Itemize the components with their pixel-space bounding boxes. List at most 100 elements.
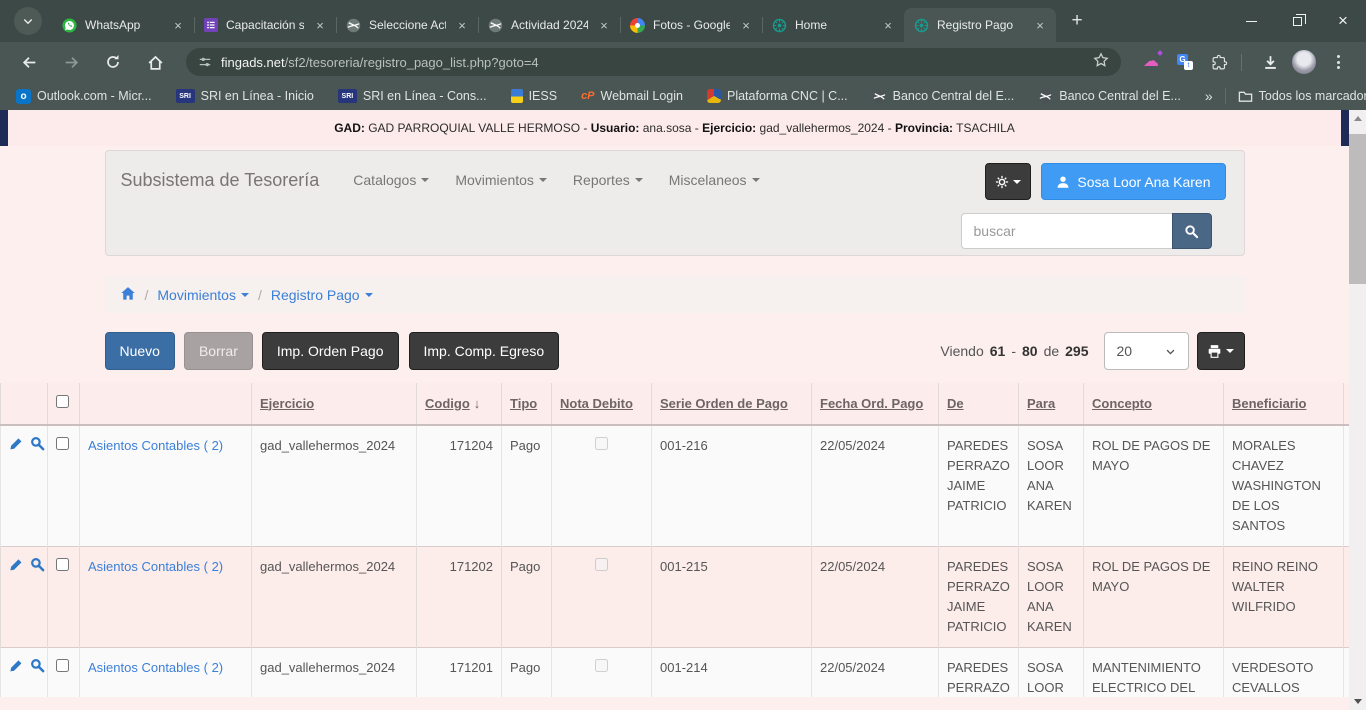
print-button[interactable] — [1197, 332, 1245, 370]
tab-close-icon[interactable] — [170, 17, 186, 33]
forward-button[interactable] — [56, 47, 86, 77]
tab-strip: WhatsApp Capacitación so Seleccione Acti… — [0, 0, 1366, 42]
reload-button[interactable] — [98, 47, 128, 77]
search-button[interactable] — [1172, 213, 1212, 249]
tab-close-icon[interactable] — [454, 17, 470, 33]
browser-menu-button[interactable] — [1324, 48, 1352, 76]
home-button[interactable] — [140, 47, 170, 77]
view-icon[interactable] — [30, 436, 45, 457]
tab-close-icon[interactable] — [880, 17, 896, 33]
tab-home[interactable]: Home — [762, 8, 904, 42]
header-serie-orden[interactable]: Serie Orden de Pago — [652, 383, 812, 425]
chevron-down-icon — [635, 178, 643, 182]
page-size-select[interactable]: 20 — [1104, 332, 1189, 370]
header-para[interactable]: Para — [1019, 383, 1084, 425]
globe-icon — [872, 89, 887, 104]
close-button[interactable] — [1320, 0, 1366, 42]
borrar-button[interactable]: Borrar — [184, 332, 253, 370]
downloads-button[interactable] — [1256, 48, 1284, 76]
cloud-extension-button[interactable] — [1137, 48, 1165, 76]
table-row: Asientos Contables ( 2) gad_vallehermos_… — [1, 648, 1350, 698]
header-concepto[interactable]: Concepto — [1084, 383, 1224, 425]
header-tipo[interactable]: Tipo — [502, 383, 552, 425]
cell-actions — [1, 547, 48, 648]
tab-close-icon[interactable] — [738, 17, 754, 33]
ejercicio-label: Ejercicio: — [702, 121, 756, 135]
bookmark-cnc[interactable]: Plataforma CNC | C... — [707, 89, 848, 103]
tab-capacitacion[interactable]: Capacitación so — [194, 8, 336, 42]
bookmark-iess[interactable]: IESS — [511, 89, 558, 103]
header-select-all — [48, 383, 80, 425]
bookmark-sri-consultas[interactable]: SRISRI en Línea - Cons... — [338, 89, 487, 103]
tab-close-icon[interactable] — [1032, 17, 1048, 33]
tab-seleccione[interactable]: Seleccione Activ — [336, 8, 478, 42]
tab-search-button[interactable] — [14, 7, 42, 35]
breadcrumb-registro-pago-link[interactable]: Registro Pago — [271, 287, 373, 303]
asientos-contables-link[interactable]: Asientos Contables ( 2) — [88, 559, 223, 574]
edit-icon[interactable] — [9, 659, 23, 679]
bookmark-sri-inicio[interactable]: SRISRI en Línea - Inicio — [176, 89, 314, 103]
chevron-down-icon — [752, 178, 760, 182]
cell-serie: 001-216 — [652, 425, 812, 547]
tab-whatsapp[interactable]: WhatsApp — [52, 8, 194, 42]
asientos-contables-link[interactable]: Asientos Contables ( 2) — [88, 660, 223, 675]
table-header-row: Ejercicio Codigo Tipo Nota Debito Serie … — [1, 383, 1350, 425]
bookmark-outlook[interactable]: oOutlook.com - Micr... — [16, 89, 152, 104]
imp-orden-pago-button[interactable]: Imp. Orden Pago — [262, 332, 399, 370]
tab-actividad[interactable]: Actividad 2024-0 — [478, 8, 620, 42]
header-ejercicio[interactable]: Ejercicio — [252, 383, 417, 425]
vertical-scrollbar-thumb[interactable] — [1349, 134, 1366, 284]
select-all-checkbox[interactable] — [56, 395, 69, 408]
menu-movimientos[interactable]: Movimientos — [455, 172, 547, 188]
address-bar[interactable]: fingads.net/sf2/tesoreria/registro_pago_… — [186, 48, 1121, 76]
profile-button[interactable] — [1290, 48, 1318, 76]
user-button[interactable]: Sosa Loor Ana Karen — [1041, 163, 1225, 200]
gad-header-text: GAD: GAD PARROQUIAL VALLE HERMOSO - Usua… — [8, 110, 1341, 146]
view-icon[interactable] — [30, 557, 45, 578]
row-checkbox[interactable] — [56, 659, 69, 672]
new-tab-button[interactable]: + — [1064, 10, 1090, 32]
app-navbar: Subsistema de Tesorería Catalogos Movimi… — [105, 150, 1245, 256]
breadcrumb-home-link[interactable] — [120, 286, 136, 304]
header-beneficiario[interactable]: Beneficiario — [1224, 383, 1344, 425]
tab-fotos[interactable]: Fotos - Google F — [620, 8, 762, 42]
header-fecha-ord[interactable]: Fecha Ord. Pago — [812, 383, 939, 425]
breadcrumb-movimientos-link[interactable]: Movimientos — [157, 287, 249, 303]
cell-para: SOSA LOOR ANA KAREN — [1019, 648, 1084, 698]
tab-registro-pago-active[interactable]: Registro Pago — [904, 8, 1056, 42]
back-button[interactable] — [14, 47, 44, 77]
row-checkbox[interactable] — [56, 558, 69, 571]
view-icon[interactable] — [30, 658, 45, 679]
bookmark-banco-central-2[interactable]: Banco Central del E... — [1038, 89, 1181, 104]
bookmark-banco-central-1[interactable]: Banco Central del E... — [872, 89, 1015, 104]
restore-button[interactable] — [1274, 0, 1320, 42]
edit-icon[interactable] — [9, 437, 23, 457]
tab-close-icon[interactable] — [312, 17, 328, 33]
menu-miscelaneos[interactable]: Miscelaneos — [669, 172, 760, 188]
minimize-icon — [1246, 21, 1257, 22]
edit-icon[interactable] — [9, 558, 23, 578]
cell-nota-debito — [552, 425, 652, 547]
extensions-button[interactable] — [1205, 48, 1233, 76]
menu-reportes[interactable]: Reportes — [573, 172, 643, 188]
bookmarks-overflow-button[interactable]: » — [1205, 88, 1213, 104]
settings-button[interactable] — [985, 163, 1031, 200]
header-de[interactable]: De — [939, 383, 1019, 425]
translate-button[interactable]: Gt — [1171, 48, 1199, 76]
menu-catalogos[interactable]: Catalogos — [353, 172, 429, 188]
imp-comp-egreso-button[interactable]: Imp. Comp. Egreso — [409, 332, 560, 370]
vertical-scrollbar[interactable] — [1349, 110, 1366, 710]
all-bookmarks-button[interactable]: Todos los marcadores — [1238, 89, 1366, 104]
asientos-contables-link[interactable]: Asientos Contables ( 2) — [88, 438, 223, 453]
bookmark-star-button[interactable] — [1093, 52, 1109, 73]
scroll-up-button[interactable] — [1349, 110, 1366, 127]
tab-close-icon[interactable] — [596, 17, 612, 33]
scroll-down-button[interactable] — [1349, 693, 1366, 710]
row-checkbox[interactable] — [56, 437, 69, 450]
minimize-button[interactable] — [1228, 0, 1274, 42]
bookmark-webmail[interactable]: cPWebmail Login — [581, 89, 683, 103]
header-nota-debito[interactable]: Nota Debito — [552, 383, 652, 425]
search-input[interactable] — [961, 213, 1172, 249]
nuevo-button[interactable]: Nuevo — [105, 332, 175, 370]
header-codigo[interactable]: Codigo — [417, 383, 502, 425]
